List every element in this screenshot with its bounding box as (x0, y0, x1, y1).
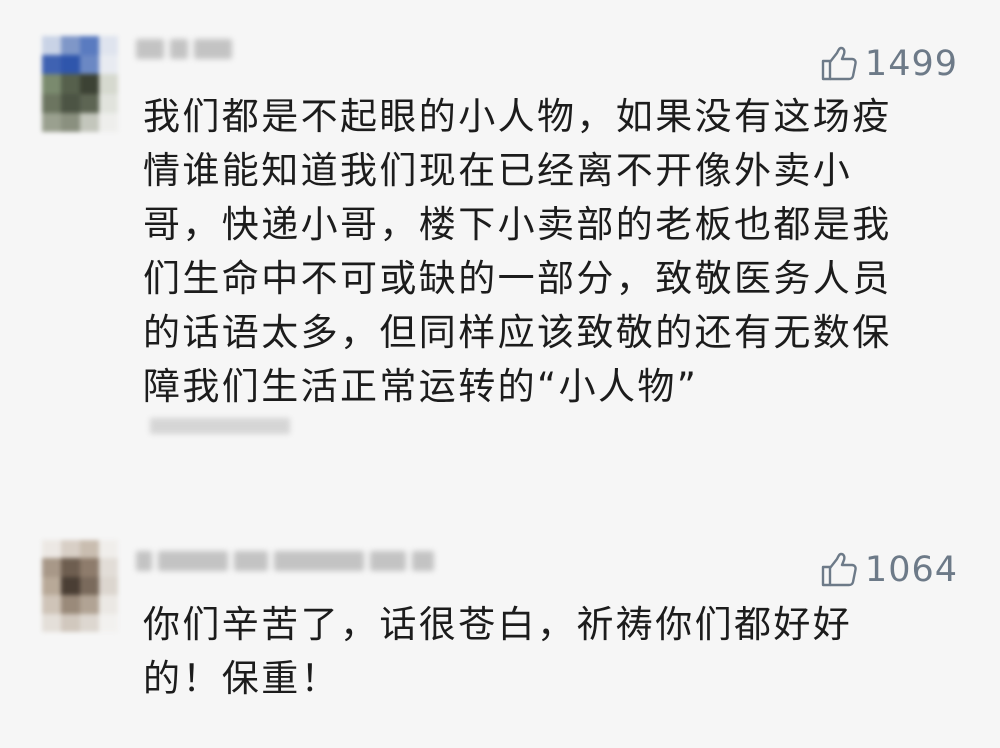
like-count: 1499 (864, 44, 958, 84)
avatar[interactable] (42, 36, 118, 132)
comment-text: 我们都是不起眼的小人物，如果没有这场疫 情谁能知道我们现在已经离不开像外卖小 哥… (143, 95, 892, 408)
like-count: 1064 (864, 550, 958, 590)
avatar[interactable] (42, 540, 118, 632)
username-blurred[interactable] (136, 550, 434, 572)
like-button[interactable]: 1064 (819, 550, 958, 590)
thumbs-up-icon (819, 550, 859, 590)
username-blurred[interactable] (136, 38, 232, 60)
like-button[interactable]: 1499 (819, 44, 958, 84)
comment-text: 你们辛苦了，话很苍白，祈祷你们都好好 的！保重！ (143, 603, 853, 700)
blurred-remnant (150, 418, 290, 434)
thumbs-up-icon (819, 44, 859, 84)
